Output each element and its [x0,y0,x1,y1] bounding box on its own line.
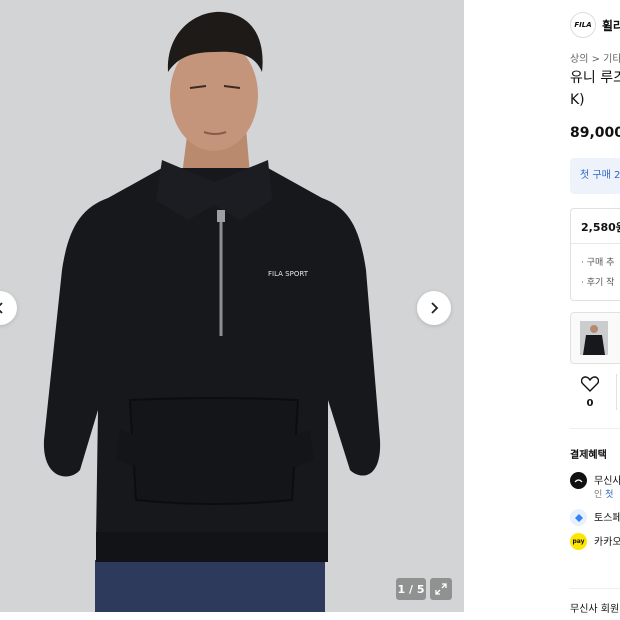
product-title-line-1: 유니 루즈 [570,70,620,86]
breadcrumb[interactable]: 상의 > 기타 [570,50,620,65]
musinsa-pay-label: 무신사 [594,476,620,487]
product-title: 유니 루즈 K) [570,67,620,111]
chest-logo-text: FILA SPORT [268,270,309,278]
kakao-pay-label: 카카오 [594,537,620,548]
next-image-button[interactable] [417,291,451,325]
musinsa-pay-benefit[interactable]: 무신사 인 첫 [570,472,620,500]
color-option-thumbnail[interactable] [580,321,608,355]
color-option-box[interactable] [570,312,620,364]
member-benefit-label: 무신사 회원 [570,604,620,615]
heart-icon [580,376,600,392]
musinsa-pay-sub-prefix: 인 [594,490,606,500]
points-amount: 2,580원 [581,221,620,234]
kakao-pay-icon: pay [570,533,587,550]
product-photo: FILA SPORT [0,0,464,612]
points-review-line: · 후기 작 [581,278,615,288]
like-count: 0 [586,398,594,409]
musinsa-pay-sub: 인 첫 [594,487,620,500]
action-divider [616,374,617,410]
thumbnail-image [580,321,608,355]
musinsa-pay-icon [570,472,587,489]
payment-benefits-title: 결제혜택 [570,450,607,461]
points-divider [571,243,620,244]
image-counter: 1 / 5 [396,578,426,600]
expand-icon [435,583,447,595]
musinsa-pay-sub-highlight: 첫 [605,490,614,500]
brand-row[interactable]: FILA 휠라 [570,12,620,38]
coupon-banner[interactable]: 첫 구매 2 [570,158,620,194]
points-box: 2,580원 · 구매 추 · 후기 작 [570,208,620,301]
expand-image-button[interactable] [430,578,452,600]
chevron-right-icon [431,302,439,314]
like-button[interactable]: 0 [580,376,600,409]
brand-logo: FILA [570,12,596,38]
kakao-pay-benefit[interactable]: pay 카카오 [570,533,620,550]
toss-pay-icon [570,509,587,526]
product-price: 89,000 [570,125,620,141]
toss-pay-label: 토스페 [594,513,620,524]
product-info-panel: FILA 휠라 상의 > 기타 유니 루즈 K) 89,000 첫 구매 2 2… [556,0,620,620]
points-purchase-line: · 구매 추 [581,258,615,268]
toss-pay-benefit[interactable]: 토스페 [570,509,620,526]
section-divider [570,428,620,429]
brand-name: 휠라 [602,18,620,33]
product-image-gallery[interactable]: FILA SPORT 1 / 5 [0,0,464,612]
chevron-left-icon [0,302,3,314]
product-title-line-2: K) [570,92,585,108]
section-divider-2 [570,588,620,589]
